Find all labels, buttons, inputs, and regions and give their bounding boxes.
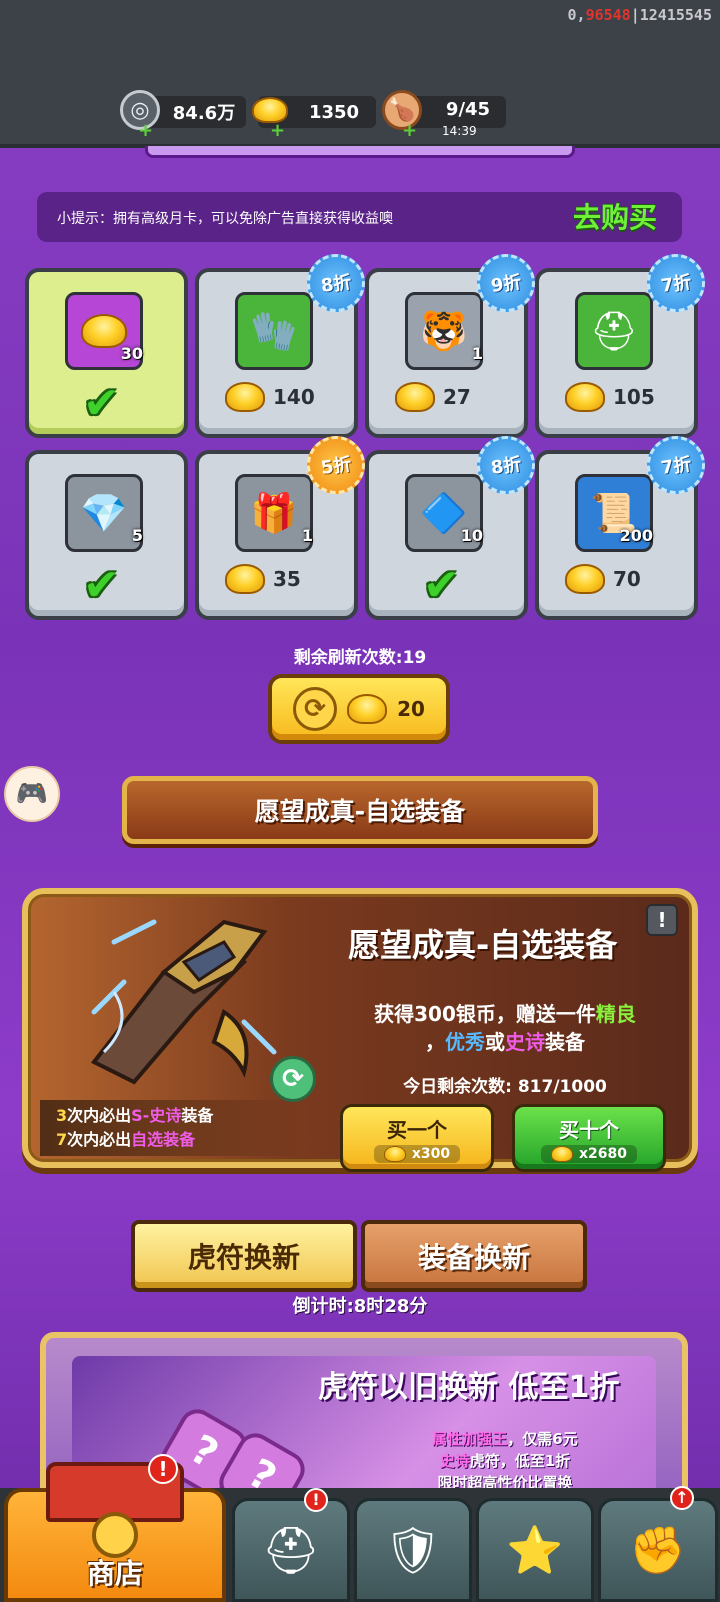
- weapon-image: [90, 919, 277, 1085]
- guarantee-info: 3次内必出S-史诗装备 7次内必出自选装备: [40, 1100, 300, 1156]
- buy-ten-label: 买十个: [559, 1117, 619, 1142]
- item-price: 105: [565, 382, 655, 412]
- item-count: 30: [120, 344, 143, 363]
- item-price: 35: [225, 564, 301, 594]
- buy-monthly-card-button[interactable]: 去购买: [573, 196, 657, 236]
- promo-line-2: 史诗虎符，低至1折: [439, 1452, 571, 1470]
- refresh-button[interactable]: ⟳ 20: [268, 674, 450, 744]
- knight-helmet-icon: ⛑: [261, 1522, 321, 1577]
- item-price: 27: [395, 382, 471, 412]
- purchased-check-icon: ✔: [83, 560, 120, 611]
- nav-arena[interactable]: 🛡: [354, 1498, 472, 1602]
- item-price: 70: [565, 564, 641, 594]
- buy-ten-cost: x2680: [541, 1144, 637, 1163]
- swap-equipment-icon[interactable]: ⟳: [270, 1056, 316, 1102]
- add-stamina-icon[interactable]: +: [402, 122, 417, 140]
- item-count: 5: [131, 526, 143, 545]
- gold-ingot-icon: [565, 564, 605, 594]
- fist-upgrade-icon: ✊: [629, 1522, 687, 1577]
- shop-tab-strip: [145, 146, 575, 158]
- item-count: 10: [460, 526, 483, 545]
- nav-heroes[interactable]: ⭐: [476, 1498, 594, 1602]
- gold-ingot-icon: [395, 382, 435, 412]
- shop-alert-badge: !: [148, 1454, 178, 1484]
- server-id: 0,96548|12415545: [567, 6, 713, 24]
- info-icon[interactable]: !: [646, 904, 678, 936]
- add-silver-icon[interactable]: +: [138, 122, 153, 140]
- purchased-check-icon: ✔: [423, 560, 460, 611]
- nav-upgrade[interactable]: ✊: [598, 1498, 718, 1602]
- wish-title: 愿望成真-自选装备: [348, 926, 618, 964]
- add-gold-icon[interactable]: +: [270, 122, 285, 140]
- tab-equipment-exchange[interactable]: 装备换新: [361, 1220, 587, 1292]
- nav-equipment[interactable]: ⛑: [232, 1498, 350, 1602]
- buy-one-button[interactable]: 买一个 x300: [340, 1104, 494, 1172]
- nav-shop-label: 商店: [86, 1557, 143, 1590]
- refresh-icon: ⟳: [293, 687, 338, 731]
- equipment-alert-badge: !: [304, 1488, 328, 1512]
- stamina-timer: 14:39: [442, 124, 477, 138]
- gold-ingot-icon: [565, 382, 605, 412]
- tip-text: 小提示：拥有高级月卡，可以免除广告直接获得收益噢: [57, 211, 393, 227]
- item-count: 200: [619, 526, 653, 545]
- promo-title: 虎符以旧换新 低至1折: [318, 1370, 620, 1405]
- buy-one-cost: x300: [373, 1144, 461, 1163]
- daily-remaining: 今日剩余次数: 817/1000: [403, 1077, 607, 1097]
- countdown: 倒计时:8时28分: [292, 1296, 428, 1317]
- gold-ingot-icon: [347, 694, 388, 724]
- buy-ten-button[interactable]: 买十个 x2680: [512, 1104, 666, 1172]
- item-count: 1: [471, 344, 483, 363]
- item-count: 1: [301, 526, 313, 545]
- tab-tiger-exchange[interactable]: 虎符换新: [131, 1220, 357, 1292]
- refresh-cost: 20: [397, 697, 425, 721]
- gold-ingot-icon: [225, 564, 265, 594]
- helmet-icon: ⛑: [575, 292, 653, 370]
- crossed-swords-shield-icon: 🛡: [383, 1522, 443, 1577]
- wish-description: 获得300银币，赠送一件精良 ，优秀或史诗装备: [374, 1002, 636, 1054]
- section-title: 愿望成真-自选装备: [254, 797, 466, 826]
- refresh-count: 剩余刷新次数:19: [293, 648, 427, 668]
- gold-ingot-icon: [551, 1145, 573, 1162]
- gold-ingot-icon: [383, 1145, 406, 1162]
- gauntlet-icon: 🧤: [235, 292, 313, 370]
- upgrade-arrow-badge: ↑: [670, 1486, 694, 1510]
- buy-one-label: 买一个: [387, 1117, 447, 1142]
- purchased-check-icon: ✔: [83, 378, 120, 429]
- item-price: 140: [225, 382, 315, 412]
- promo-line-1: 属性加强王，仅需6元: [432, 1430, 578, 1448]
- gamepad-icon[interactable]: 🎮: [4, 766, 60, 822]
- hero-stars-icon: ⭐: [506, 1522, 564, 1577]
- gold-ingot-icon: [225, 382, 265, 412]
- section-banner: 愿望成真-自选装备: [122, 776, 598, 844]
